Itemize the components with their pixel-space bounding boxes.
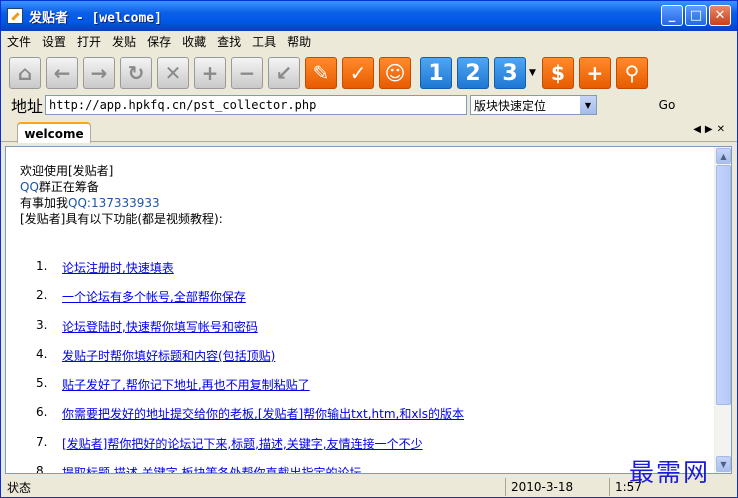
vertical-scrollbar[interactable]: ▲ ▼ bbox=[714, 147, 731, 473]
check-icon[interactable]: ✓ bbox=[342, 57, 374, 89]
menu-bar: 文件 设置 打开 发贴 保存 收藏 查找 工具 帮助 bbox=[1, 31, 737, 51]
address-bar: 地址 http://app.hpkfq.cn/pst_collector.php… bbox=[1, 94, 737, 116]
window-controls: _ □ ✕ bbox=[661, 5, 731, 26]
maximize-button[interactable]: □ bbox=[685, 5, 707, 26]
stop-icon[interactable]: ✕ bbox=[157, 57, 189, 89]
list-item: 2. 一个论坛有多个帐号,全部帮你保存 bbox=[36, 288, 464, 317]
menu-favorites[interactable]: 收藏 bbox=[182, 33, 206, 50]
number-1-button[interactable]: 1 bbox=[420, 57, 452, 89]
zoom-out-icon[interactable]: − bbox=[231, 57, 263, 89]
scrollbar-thumb[interactable] bbox=[716, 165, 731, 405]
dollar-icon[interactable]: $ bbox=[541, 57, 574, 89]
close-button[interactable]: ✕ bbox=[709, 5, 731, 26]
feature-link[interactable]: 发贴子时帮你填好标题和内容(包括顶贴) bbox=[62, 347, 275, 376]
menu-file[interactable]: 文件 bbox=[7, 33, 31, 50]
feature-link[interactable]: 一个论坛有多个帐号,全部帮你保存 bbox=[62, 288, 246, 317]
zoom-in-icon[interactable]: + bbox=[194, 57, 226, 89]
number-2-button[interactable]: 2 bbox=[457, 57, 489, 89]
feature-link[interactable]: 你需要把发好的地址提交给你的老板,[发贴者]帮你输出txt,htm,和xls的版… bbox=[62, 405, 464, 434]
list-item: 7. [发贴者]帮你把好的论坛记下来,标题,描述,关键字,友情连接一个不少 bbox=[36, 435, 464, 464]
back-icon[interactable]: ← bbox=[46, 57, 78, 89]
minimize-arrow-icon[interactable]: ↙ bbox=[268, 57, 300, 89]
status-date: 2010-3-18 bbox=[505, 478, 609, 496]
menu-post[interactable]: 发贴 bbox=[112, 33, 136, 50]
menu-find[interactable]: 查找 bbox=[217, 33, 241, 50]
refresh-icon[interactable]: ↻ bbox=[120, 57, 152, 89]
menu-settings[interactable]: 设置 bbox=[42, 33, 66, 50]
title-bar[interactable]: 发贴者 - [welcome] _ □ ✕ bbox=[1, 1, 737, 31]
select-value: 版块快速定位 bbox=[474, 98, 547, 113]
url-input[interactable]: http://app.hpkfq.cn/pst_collector.php bbox=[45, 95, 467, 115]
watermark: 最需网 bbox=[629, 458, 711, 487]
app-window: 发贴者 - [welcome] _ □ ✕ 文件 设置 打开 发贴 保存 收藏 … bbox=[0, 0, 738, 498]
intro-line: [发贴者]具有以下功能(都是视频教程): bbox=[20, 212, 223, 226]
tab-welcome[interactable]: welcome bbox=[17, 122, 91, 143]
status-text: 状态 bbox=[7, 480, 32, 495]
menu-save[interactable]: 保存 bbox=[147, 33, 171, 50]
scroll-down-icon[interactable]: ▼ bbox=[716, 456, 731, 472]
list-item: 5. 贴子发好了,帮你记下地址,再也不用复制粘贴了 bbox=[36, 376, 464, 405]
chevron-down-icon[interactable]: ▼ bbox=[529, 68, 536, 78]
search-icon[interactable]: ⚲ bbox=[615, 57, 648, 89]
tab-bar: welcome ◀▶✕ bbox=[1, 120, 737, 143]
minimize-button[interactable]: _ bbox=[661, 5, 683, 26]
address-label: 地址 bbox=[11, 97, 44, 116]
toolbar: ⌂ ← → ↻ ✕ + − ↙ ✎ ✓ ☺ 1 2 3 ▼ $ + ⚲ bbox=[1, 53, 737, 93]
welcome-page: 欢迎使用[发贴者] QQ群正在筹备 有事加我QQ:137333933 [发贴者]… bbox=[5, 146, 732, 474]
menu-help[interactable]: 帮助 bbox=[287, 33, 311, 50]
feature-list: 1. 论坛注册时,快速填表 2. 一个论坛有多个帐号,全部帮你保存 3. 论坛登陆时,… bbox=[36, 259, 464, 473]
number-3-button[interactable]: 3 bbox=[494, 57, 526, 89]
pen-icon[interactable]: ✎ bbox=[305, 57, 337, 89]
intro-text: 欢迎使用[发贴者] QQ群正在筹备 有事加我QQ:137333933 [发贴者]… bbox=[20, 163, 223, 227]
window-title: 发贴者 - [welcome] bbox=[29, 10, 162, 26]
tab-nav-controls[interactable]: ◀▶✕ bbox=[693, 124, 729, 135]
feature-link[interactable]: 论坛登陆时,快速帮你填写帐号和密码 bbox=[62, 318, 258, 347]
scroll-up-icon[interactable]: ▲ bbox=[716, 148, 731, 164]
intro-line: 欢迎使用[发贴者] bbox=[20, 164, 114, 178]
go-button[interactable]: Go bbox=[600, 95, 734, 115]
feature-link[interactable]: [发贴者]帮你把好的论坛记下来,标题,描述,关键字,友情连接一个不少 bbox=[62, 435, 423, 464]
list-item: 6. 你需要把发好的地址提交给你的老板,[发贴者]帮你输出txt,htm,和xls… bbox=[36, 405, 464, 434]
feature-link[interactable]: 论坛注册时,快速填表 bbox=[62, 259, 174, 288]
list-item: 1. 论坛注册时,快速填表 bbox=[36, 259, 464, 288]
intro-line: 有事加我QQ:137333933 bbox=[20, 196, 160, 210]
status-bar: 状态 2010-3-18 1:57 bbox=[1, 477, 737, 497]
feature-link[interactable]: 提取标题,描述,关键字,板块等各处帮你直截出指定的论坛 bbox=[62, 464, 361, 473]
feature-link[interactable]: 贴子发好了,帮你记下地址,再也不用复制粘贴了 bbox=[62, 376, 310, 405]
intro-line: QQ群正在筹备 bbox=[20, 180, 99, 194]
list-item: 4. 发贴子时帮你填好标题和内容(包括顶贴) bbox=[36, 347, 464, 376]
plus-icon[interactable]: + bbox=[578, 57, 611, 89]
app-pen-icon bbox=[7, 8, 23, 24]
list-item: 8. 提取标题,描述,关键字,板块等各处帮你直截出指定的论坛 bbox=[36, 464, 464, 473]
user-icon[interactable]: ☺ bbox=[379, 57, 411, 89]
forward-icon[interactable]: → bbox=[83, 57, 115, 89]
menu-open[interactable]: 打开 bbox=[77, 33, 101, 50]
chevron-down-icon[interactable]: ▼ bbox=[580, 96, 596, 114]
menu-tools[interactable]: 工具 bbox=[252, 33, 276, 50]
list-item: 3. 论坛登陆时,快速帮你填写帐号和密码 bbox=[36, 318, 464, 347]
forum-quick-select[interactable]: 版块快速定位 ▼ bbox=[470, 95, 597, 115]
home-icon[interactable]: ⌂ bbox=[9, 57, 41, 89]
